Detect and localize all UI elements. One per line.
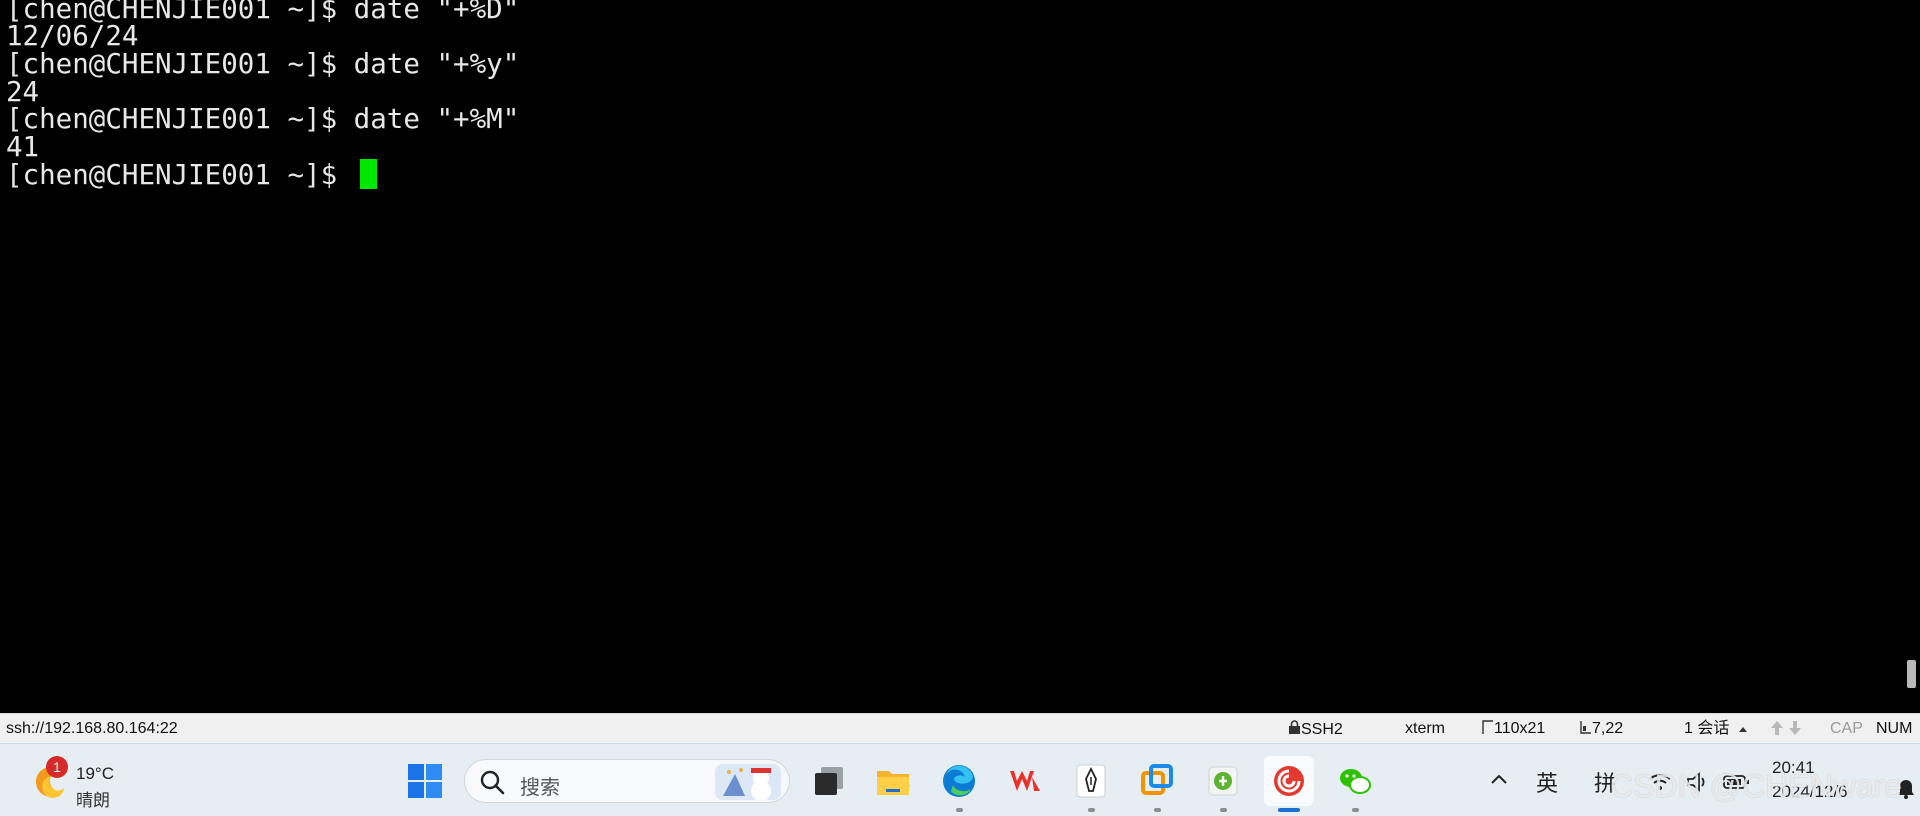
taskbar: 1 19°C 晴朗 搜索 英 拼 20:41 2024/12/6 CSDN @C… bbox=[0, 743, 1920, 816]
wifi-icon[interactable] bbox=[1648, 772, 1672, 792]
weather-condition: 晴朗 bbox=[76, 791, 110, 811]
cursor-position: 7,22 bbox=[1580, 720, 1623, 738]
weather-temperature: 19°C bbox=[76, 764, 114, 783]
terminal-cursor bbox=[359, 159, 377, 189]
active-indicator bbox=[1278, 808, 1300, 812]
protocol-indicator: SSH2 bbox=[1288, 720, 1343, 739]
weather-widget[interactable]: 1 19°C 晴朗 bbox=[26, 754, 136, 811]
running-indicator bbox=[1088, 808, 1095, 812]
vmware-icon[interactable] bbox=[1132, 756, 1182, 812]
num-lock-indicator: NUM bbox=[1876, 720, 1913, 737]
status-bar: ssh://192.168.80.164:22 SSH2 xterm 110x2… bbox=[0, 713, 1920, 744]
file-explorer-icon[interactable] bbox=[868, 756, 918, 806]
terminal-line: [chen@CHENJIE001 ~]$ date "+%M" bbox=[6, 103, 520, 135]
battery-icon[interactable] bbox=[1722, 772, 1750, 792]
windows-start-icon[interactable] bbox=[400, 756, 450, 806]
cursor-position-icon bbox=[1580, 721, 1591, 734]
protocol-label: SSH2 bbox=[1301, 721, 1343, 738]
screen: [chen@CHENJIE001 ~]$ date "+%D" 12/06/24… bbox=[0, 0, 1920, 816]
clock-time[interactable]: 20:41 bbox=[1772, 758, 1815, 778]
lock-icon bbox=[1289, 720, 1300, 734]
running-indicator bbox=[956, 808, 963, 812]
volume-icon[interactable] bbox=[1686, 772, 1710, 792]
wechat-icon[interactable] bbox=[1330, 756, 1380, 812]
session-count-label: 1 会话 bbox=[1684, 720, 1730, 737]
running-indicator bbox=[1220, 808, 1227, 812]
task-view-icon[interactable] bbox=[804, 756, 854, 806]
taskbar-search-box[interactable]: 搜索 bbox=[464, 759, 790, 803]
download-arrow-icon bbox=[1789, 721, 1802, 735]
search-highlight-icon bbox=[715, 764, 781, 800]
terminal-prompt: [chen@CHENJIE001 ~]$ bbox=[6, 159, 354, 191]
ime-mode-indicator[interactable]: 拼 bbox=[1594, 766, 1616, 798]
cursor-position-value: 7,22 bbox=[1592, 720, 1624, 737]
chevron-up-icon[interactable] bbox=[1490, 772, 1508, 786]
running-indicator bbox=[1352, 808, 1359, 812]
securecrt-icon[interactable] bbox=[1264, 756, 1314, 812]
terminal-size: 110x21 bbox=[1482, 720, 1545, 738]
running-indicator bbox=[1154, 808, 1161, 812]
clock-date[interactable]: 2024/12/6 bbox=[1772, 782, 1848, 802]
upload-arrow-icon bbox=[1771, 721, 1783, 735]
ime-language-indicator[interactable]: 英 bbox=[1536, 766, 1558, 798]
search-placeholder: 搜索 bbox=[520, 775, 560, 799]
resize-corner-icon bbox=[1482, 720, 1493, 734]
search-icon bbox=[480, 770, 505, 795]
caret-up-icon bbox=[1738, 727, 1747, 732]
terminal-prompt-line[interactable]: [chen@CHENJIE001 ~]$ bbox=[6, 158, 377, 192]
transfer-indicators bbox=[1770, 720, 1802, 741]
session-count[interactable]: 1 会话 bbox=[1684, 720, 1748, 738]
terminal-size-value: 110x21 bbox=[1494, 720, 1546, 737]
terminal-window[interactable]: [chen@CHENJIE001 ~]$ date "+%D" 12/06/24… bbox=[0, 0, 1920, 713]
connection-address: ssh://192.168.80.164:22 bbox=[6, 720, 178, 737]
caps-lock-indicator: CAP bbox=[1830, 720, 1863, 737]
terminal-line: [chen@CHENJIE001 ~]$ date "+%y" bbox=[6, 48, 520, 80]
terminal-type: xterm bbox=[1405, 720, 1445, 737]
edge-browser-icon[interactable] bbox=[934, 756, 984, 812]
scrollbar-thumb[interactable] bbox=[1907, 660, 1916, 688]
wps-office-icon[interactable] bbox=[1000, 756, 1050, 806]
green-app-icon[interactable] bbox=[1198, 756, 1248, 812]
notification-badge: 1 bbox=[46, 756, 68, 778]
pen-app-icon[interactable] bbox=[1066, 756, 1116, 812]
notification-bell-icon[interactable] bbox=[1896, 778, 1916, 800]
terminal-scrollbar[interactable] bbox=[1903, 0, 1920, 713]
